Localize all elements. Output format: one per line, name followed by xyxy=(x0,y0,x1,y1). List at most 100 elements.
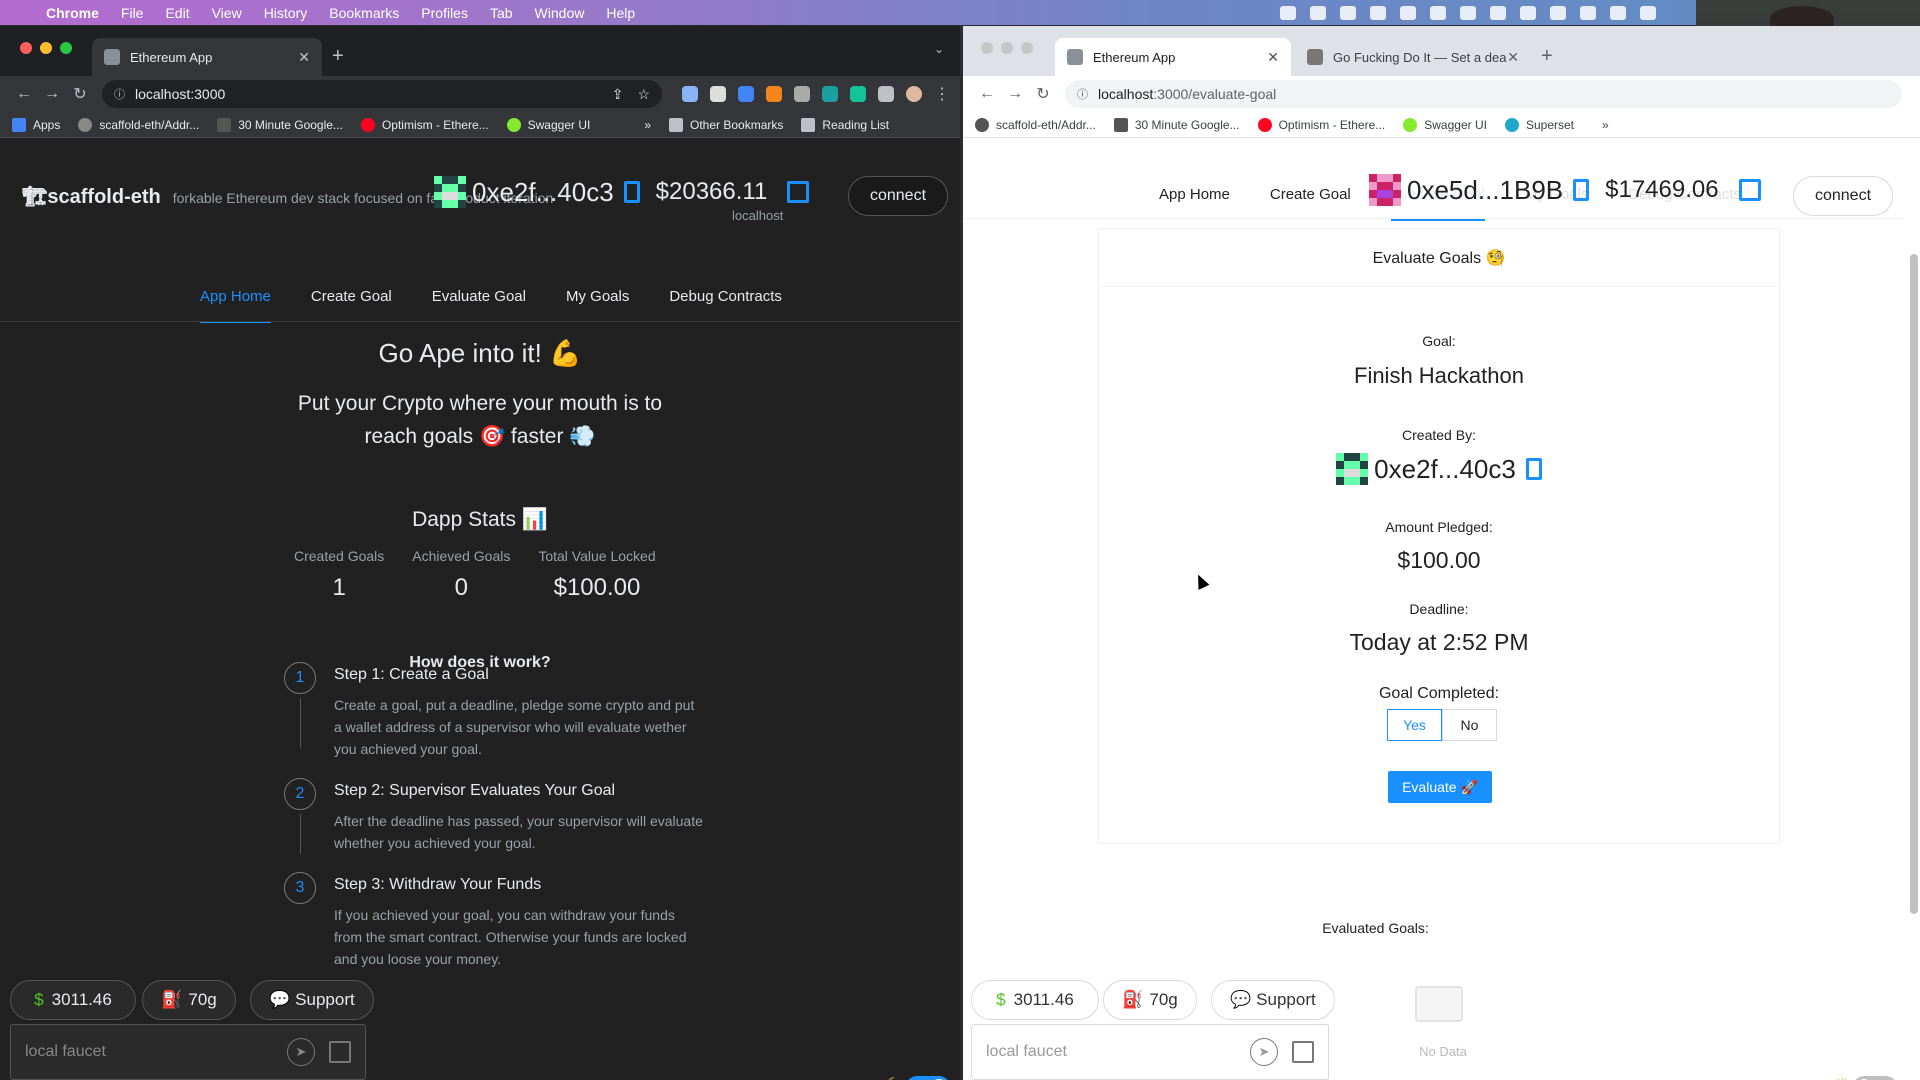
copy-address-icon[interactable] xyxy=(1573,179,1590,201)
wallet-icon[interactable] xyxy=(1738,179,1761,201)
account-address[interactable]: 0xe2f...40c3 xyxy=(472,177,614,208)
new-tab-button[interactable]: + xyxy=(1535,45,1563,76)
theme-toggle[interactable] xyxy=(906,1076,950,1080)
notion-icon[interactable] xyxy=(710,86,726,102)
close-window-button[interactable] xyxy=(20,42,32,54)
nav-create-goal[interactable]: Create Goal xyxy=(1270,186,1351,221)
copy-address-icon[interactable] xyxy=(1525,458,1542,480)
eth-price-pill[interactable]: $3011.46 xyxy=(10,980,136,1020)
menu-bookmarks[interactable]: Bookmarks xyxy=(329,5,399,21)
address-bar[interactable]: ⓘ localhost:3000 ⇪ ☆ xyxy=(102,80,662,108)
browser-tab-ethereum-app[interactable]: Ethereum App ✕ xyxy=(92,38,322,76)
bookmark-star-icon[interactable]: ☆ xyxy=(637,86,650,103)
bookmark-optimism[interactable]: Optimism - Ethere... xyxy=(1257,117,1385,132)
bookmarks-overflow-icon[interactable]: » xyxy=(1602,118,1609,132)
menu-edit[interactable]: Edit xyxy=(165,5,189,21)
profile-avatar[interactable] xyxy=(906,86,922,102)
wallet-icon[interactable] xyxy=(329,1041,351,1063)
forward-icon[interactable]: → xyxy=(38,85,66,103)
cloud-icon[interactable] xyxy=(1430,5,1446,20)
nav-evaluate-goal[interactable]: Evaluate Goal xyxy=(432,288,526,323)
extension-icon[interactable] xyxy=(822,86,838,102)
faucet-address-input[interactable]: local faucet xyxy=(986,1043,1250,1061)
account-address[interactable]: 0xe5d...1B9B xyxy=(1407,175,1563,206)
puzzle-icon[interactable] xyxy=(878,86,894,102)
back-icon[interactable]: ← xyxy=(973,85,1001,103)
evaluate-button[interactable]: Evaluate 🚀 xyxy=(1388,771,1492,803)
new-tab-button[interactable]: + xyxy=(326,45,354,76)
connect-button[interactable]: connect xyxy=(1793,176,1893,216)
menu-window[interactable]: Window xyxy=(535,5,585,21)
extension-icon[interactable] xyxy=(682,86,698,102)
wallet-icon[interactable] xyxy=(1292,1041,1314,1063)
menu-profiles[interactable]: Profiles xyxy=(421,5,468,21)
site-info-icon[interactable]: ⓘ xyxy=(1077,86,1088,102)
tray-icon[interactable] xyxy=(1400,5,1416,20)
close-tab-icon[interactable]: ✕ xyxy=(1507,49,1519,66)
app-logo[interactable]: 🏗scaffold-eth xyxy=(22,184,161,209)
creator-address[interactable]: 0xe2f...40c3 xyxy=(1374,454,1516,485)
connect-button[interactable]: connect xyxy=(848,176,948,216)
tray-icon[interactable] xyxy=(1310,5,1326,20)
bookmark-google[interactable]: 30 Minute Google... xyxy=(217,117,343,132)
reload-icon[interactable]: ↻ xyxy=(1029,84,1057,104)
theme-toggle[interactable] xyxy=(1853,1076,1897,1080)
wifi-icon[interactable] xyxy=(1640,5,1656,20)
menu-app-name[interactable]: Chrome xyxy=(46,5,99,21)
minimize-window-button[interactable] xyxy=(1001,42,1013,54)
forward-icon[interactable]: → xyxy=(1001,85,1029,103)
bookmark-scaffold[interactable]: scaffold-eth/Addr... xyxy=(975,117,1096,132)
send-icon[interactable]: ➤ xyxy=(1250,1038,1278,1066)
tray-icon[interactable] xyxy=(1460,5,1476,20)
goal-completed-no[interactable]: No xyxy=(1442,709,1497,741)
battery-icon[interactable] xyxy=(1610,5,1626,20)
menu-history[interactable]: History xyxy=(264,5,308,21)
chrome-menu-icon[interactable]: ⋮ xyxy=(934,84,950,104)
bookmark-superset[interactable]: Superset xyxy=(1504,117,1574,132)
tray-icon[interactable] xyxy=(1490,5,1506,20)
browser-tab-go-do-it[interactable]: Go Fucking Do It — Set a deadl ✕ xyxy=(1295,38,1531,76)
address-bar[interactable]: ⓘ localhost:3000/evaluate-goal xyxy=(1065,80,1902,108)
bookmark-other[interactable]: Other Bookmarks xyxy=(669,117,783,132)
browser-tab-ethereum-app[interactable]: Ethereum App ✕ xyxy=(1055,38,1291,76)
faucet-address-input[interactable]: local faucet xyxy=(25,1043,287,1061)
bluetooth-icon[interactable] xyxy=(1580,5,1596,20)
gas-price-pill[interactable]: ⛽ 70g xyxy=(1103,980,1197,1020)
menu-view[interactable]: View xyxy=(212,5,242,21)
share-icon[interactable]: ⇪ xyxy=(612,86,624,103)
bookmark-apps[interactable]: Apps xyxy=(12,117,60,132)
gas-price-pill[interactable]: ⛽ 70g xyxy=(142,980,236,1020)
tray-icon[interactable] xyxy=(1370,5,1386,20)
copy-address-icon[interactable] xyxy=(623,181,640,203)
menu-tab[interactable]: Tab xyxy=(490,5,513,21)
menu-help[interactable]: Help xyxy=(606,5,635,21)
extension-icon[interactable] xyxy=(738,86,754,102)
account-balance[interactable]: $20366.11 xyxy=(656,178,768,206)
bookmark-scaffold[interactable]: scaffold-eth/Addr... xyxy=(78,117,199,132)
close-tab-icon[interactable]: ✕ xyxy=(1267,49,1279,66)
nav-app-home[interactable]: App Home xyxy=(1159,186,1230,221)
bookmark-swagger[interactable]: Swagger UI xyxy=(1403,117,1487,132)
close-tab-icon[interactable]: ✕ xyxy=(298,49,310,66)
bookmark-swagger[interactable]: Swagger UI xyxy=(506,117,590,132)
bookmarks-overflow-icon[interactable]: » xyxy=(644,118,651,132)
tray-icon[interactable] xyxy=(1520,5,1536,20)
nav-create-goal[interactable]: Create Goal xyxy=(311,288,392,323)
close-window-button[interactable] xyxy=(981,42,993,54)
bookmark-reading-list[interactable]: Reading List xyxy=(801,117,889,132)
back-icon[interactable]: ← xyxy=(10,85,38,103)
tray-icon[interactable] xyxy=(1550,5,1566,20)
menu-file[interactable]: File xyxy=(121,5,144,21)
vue-icon[interactable] xyxy=(794,86,810,102)
nav-debug-contracts[interactable]: Debug Contracts xyxy=(669,288,782,323)
goal-completed-yes[interactable]: Yes xyxy=(1387,709,1442,741)
nav-my-goals[interactable]: My Goals xyxy=(566,288,629,323)
bookmark-optimism[interactable]: Optimism - Ethere... xyxy=(360,117,489,132)
metamask-icon[interactable] xyxy=(766,86,782,102)
nav-app-home[interactable]: App Home xyxy=(200,288,271,323)
send-icon[interactable]: ➤ xyxy=(287,1038,315,1066)
zoom-window-button[interactable] xyxy=(1021,42,1033,54)
account-balance[interactable]: $17469.06 xyxy=(1605,176,1718,204)
support-button[interactable]: 💬 Support xyxy=(1211,980,1335,1020)
wallet-icon[interactable] xyxy=(787,181,810,203)
